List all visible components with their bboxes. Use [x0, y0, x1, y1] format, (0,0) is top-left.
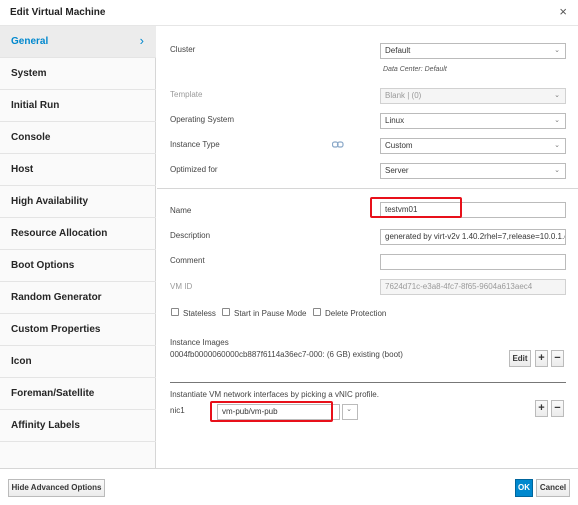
vm-id-field: 7624d71c-e3a8-4fc7-8f65-9604a613aec4	[380, 279, 566, 295]
sidebar-item-system[interactable]: System	[0, 58, 156, 90]
description-label: Description	[170, 231, 211, 240]
instance-images-label: Instance Images	[170, 338, 229, 347]
cluster-select[interactable]: Default ⌄	[380, 43, 566, 59]
sidebar-item-custom-properties[interactable]: Custom Properties	[0, 314, 156, 346]
name-input[interactable]: testvm01	[380, 202, 566, 218]
sidebar-item-label: Initial Run	[11, 100, 60, 111]
optimized-for-value: Server	[385, 166, 409, 175]
sidebar-item-label: Affinity Labels	[11, 420, 80, 431]
optimized-for-select[interactable]: Server ⌄	[380, 163, 566, 179]
close-icon[interactable]: ×	[559, 4, 567, 19]
link-icon[interactable]	[332, 141, 344, 148]
template-label: Template	[170, 90, 203, 99]
nic1-profile-value: vm-pub/vm-pub	[222, 407, 278, 416]
chevron-down-icon: ⌄	[554, 117, 560, 124]
cancel-button[interactable]: Cancel	[536, 479, 570, 497]
edit-image-button[interactable]: Edit	[509, 350, 531, 367]
instance-type-value: Custom	[385, 141, 413, 150]
general-panel: Cluster Default ⌄ Data Center: Default T…	[157, 26, 578, 468]
name-label: Name	[170, 206, 192, 215]
add-image-button[interactable]: +	[535, 350, 548, 367]
sidebar-item-label: Boot Options	[11, 260, 75, 271]
sidebar-item-high-availability[interactable]: High Availability	[0, 186, 156, 218]
hide-advanced-options-button[interactable]: Hide Advanced Options	[8, 479, 105, 497]
sidebar-item-general[interactable]: General ›	[0, 26, 156, 58]
sidebar-item-foreman-satellite[interactable]: Foreman/Satellite	[0, 378, 156, 410]
sidebar-item-label: Resource Allocation	[11, 228, 108, 239]
cluster-value: Default	[385, 46, 411, 55]
comment-label: Comment	[170, 256, 205, 265]
divider	[157, 188, 578, 189]
vm-id-label: VM ID	[170, 282, 193, 291]
chevron-down-icon: ⌄	[554, 142, 560, 149]
sidebar-item-label: General	[11, 36, 49, 47]
sidebar-item-console[interactable]: Console	[0, 122, 156, 154]
template-value: Blank | (0)	[385, 91, 422, 100]
sidebar-item-label: Icon	[11, 356, 32, 367]
remove-image-button[interactable]: −	[551, 350, 564, 367]
sidebar-item-initial-run[interactable]: Initial Run	[0, 90, 156, 122]
start-paused-label: Start in Pause Mode	[234, 309, 307, 318]
optimized-for-label: Optimized for	[170, 165, 218, 174]
data-center-note: Data Center: Default	[383, 66, 447, 73]
network-caption: Instantiate VM network interfaces by pic…	[170, 390, 379, 399]
sidebar-item-random-generator[interactable]: Random Generator	[0, 282, 156, 314]
sidebar-item-host[interactable]: Host	[0, 154, 156, 186]
dialog-footer: Hide Advanced Options OK Cancel	[0, 468, 578, 505]
sidebar-item-label: Host	[11, 164, 34, 175]
chevron-down-icon: ⌄	[346, 406, 352, 413]
dialog-title: Edit Virtual Machine	[10, 7, 106, 18]
instance-image-disk: 0004fb0000060000cb887f6114a36ec7-000: (6…	[170, 350, 403, 359]
sidebar-item-label: High Availability	[11, 196, 89, 207]
name-value: testvm01	[385, 205, 418, 214]
instance-type-label: Instance Type	[170, 140, 220, 149]
description-value: generated by virt-v2v 1.40.2rhel=7,relea…	[385, 232, 566, 241]
comment-input[interactable]	[380, 254, 566, 270]
sidebar-item-label: Random Generator	[11, 292, 102, 303]
sidebar-item-affinity-labels[interactable]: Affinity Labels	[0, 410, 156, 442]
chevron-down-icon: ⌄	[554, 47, 560, 54]
dialog-titlebar: Edit Virtual Machine ×	[0, 0, 578, 26]
chevron-right-icon: ›	[139, 33, 144, 48]
os-value: Linux	[385, 116, 405, 125]
nic1-dropdown-toggle[interactable]: ⌄	[342, 404, 358, 420]
divider	[170, 382, 566, 383]
chevron-down-icon: ⌄	[554, 92, 560, 99]
description-input[interactable]: generated by virt-v2v 1.40.2rhel=7,relea…	[380, 229, 566, 245]
cluster-label: Cluster	[170, 45, 196, 54]
start-paused-checkbox[interactable]	[222, 308, 230, 316]
os-select[interactable]: Linux ⌄	[380, 113, 566, 129]
sidebar-item-label: Custom Properties	[11, 324, 101, 335]
template-select: Blank | (0) ⌄	[380, 88, 566, 104]
sidebar-item-resource-allocation[interactable]: Resource Allocation	[0, 218, 156, 250]
instance-type-select[interactable]: Custom ⌄	[380, 138, 566, 154]
sidebar-item-boot-options[interactable]: Boot Options	[0, 250, 156, 282]
stateless-label: Stateless	[183, 309, 216, 318]
remove-nic-button[interactable]: −	[551, 400, 564, 417]
ok-button[interactable]: OK	[515, 479, 533, 497]
add-nic-button[interactable]: +	[535, 400, 548, 417]
chevron-down-icon: ⌄	[554, 167, 560, 174]
sidebar-item-label: Console	[11, 132, 51, 143]
sidebar-item-label: System	[11, 68, 47, 79]
sidebar: General › System Initial Run Console Hos…	[0, 26, 156, 468]
stateless-checkbox[interactable]	[171, 308, 179, 316]
nic1-profile-select[interactable]: vm-pub/vm-pub	[217, 404, 340, 420]
delete-protection-label: Delete Protection	[325, 309, 387, 318]
nic1-label: nic1	[170, 406, 185, 415]
delete-protection-checkbox[interactable]	[313, 308, 321, 316]
sidebar-item-label: Foreman/Satellite	[11, 388, 95, 399]
os-label: Operating System	[170, 115, 235, 124]
vm-id-value: 7624d71c-e3a8-4fc7-8f65-9604a613aec4	[385, 282, 533, 291]
sidebar-item-icon[interactable]: Icon	[0, 346, 156, 378]
